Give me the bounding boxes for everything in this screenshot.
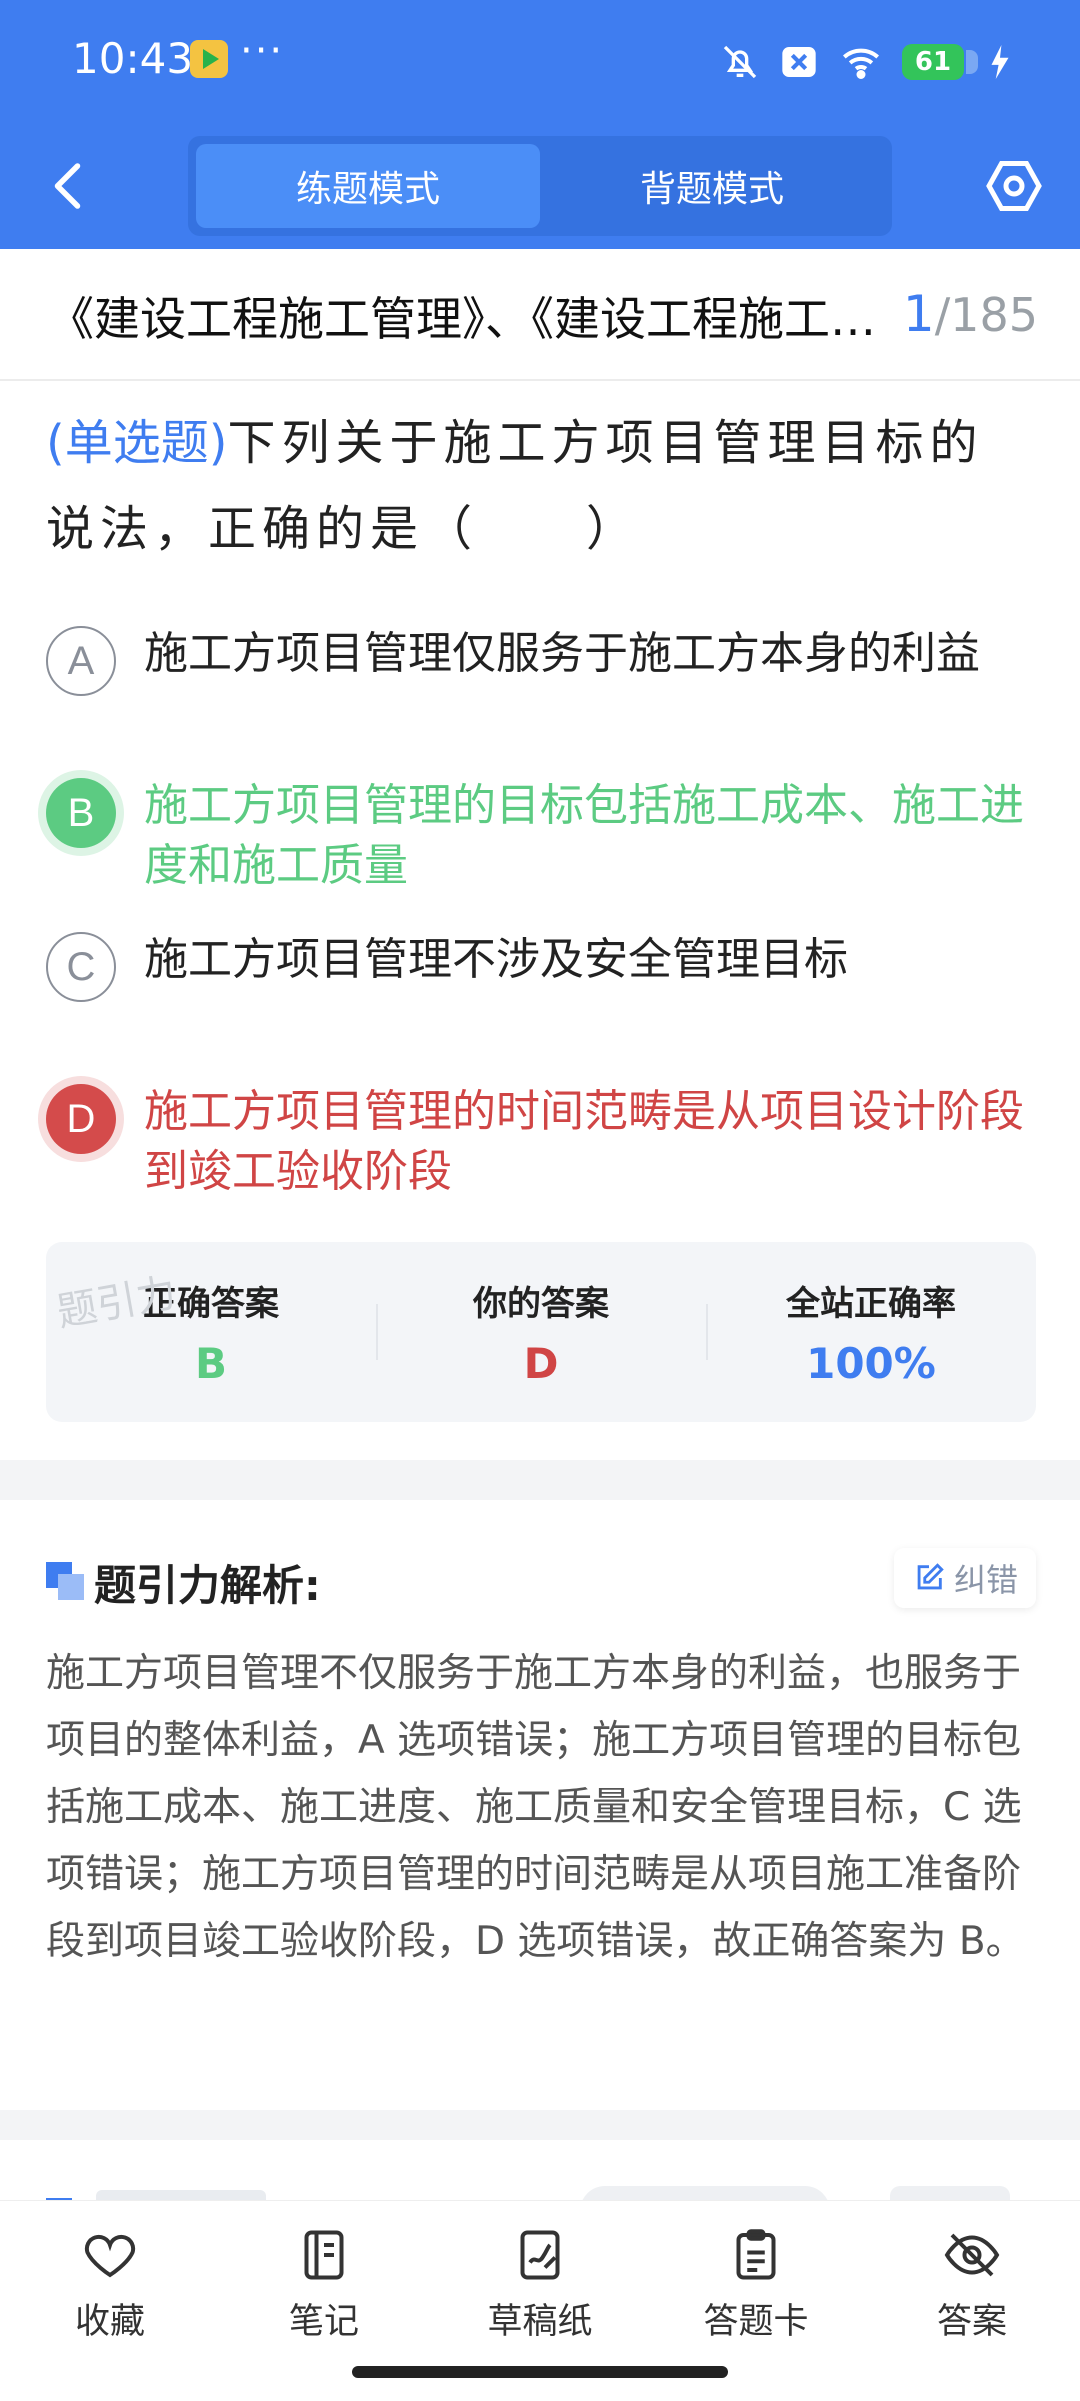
notes-button[interactable]: 笔记 — [254, 2225, 394, 2344]
app-notification-icon — [190, 40, 228, 78]
mode-switch: 练题模式 背题模式 — [188, 136, 892, 236]
home-indicator[interactable] — [352, 2366, 728, 2378]
favorite-label: 收藏 — [74, 2302, 145, 2342]
charging-icon — [991, 45, 1009, 79]
chevron-left-icon — [54, 163, 81, 209]
accuracy-value: 100% — [806, 1339, 936, 1388]
answer-summary: 正确答案 B 你的答案 D 全站正确率 100% — [46, 1242, 1036, 1422]
status-icons: 61 — [720, 38, 1010, 86]
tab-practice-mode[interactable]: 练题模式 — [196, 144, 540, 228]
status-bar: 10:43 ··· 61 — [0, 0, 1080, 120]
notes-label: 笔记 — [288, 2302, 359, 2342]
section-squares-icon — [46, 1562, 84, 1600]
favorite-button[interactable]: 收藏 — [40, 2225, 180, 2344]
section-divider — [0, 1460, 1080, 1500]
battery-icon: 61 — [902, 44, 978, 80]
more-notifications-icon: ··· — [240, 28, 285, 74]
gear-icon — [986, 161, 1042, 211]
answer-card-label: 答题卡 — [703, 2302, 809, 2342]
analysis-text: 施工方项目管理不仅服务于施工方本身的利益，也服务于项目的整体利益，A 选项错误；… — [46, 1651, 1025, 1964]
analysis-title: 题引力解析: — [94, 1561, 321, 1610]
app-header: 10:43 ··· 61 练题模式 背题模式 — [0, 0, 1080, 249]
settings-button[interactable] — [984, 156, 1044, 216]
question-counter: 1/185 — [903, 285, 1038, 343]
analysis-header: 题引力解析: 纠错 — [46, 1548, 1036, 1618]
edit-icon — [917, 1563, 944, 1590]
option-text: 施工方项目管理的目标包括施工成本、施工进度和施工质量 — [144, 780, 1024, 891]
report-error-label: 纠错 — [953, 1561, 1018, 1599]
report-error-button[interactable]: 纠错 — [893, 1548, 1036, 1608]
answer-card-icon — [736, 2229, 776, 2280]
question-type: (单选题) — [46, 415, 228, 471]
show-answer-button[interactable]: 答案 — [902, 2225, 1042, 2344]
accuracy-label: 全站正确率 — [786, 1284, 956, 1324]
your-answer-value: D — [523, 1339, 559, 1388]
eye-off-icon — [944, 2233, 1000, 2277]
quiz-title: 《建设工程施工管理》、《建设工程施工管理》 — [48, 292, 878, 346]
heart-icon — [84, 2234, 136, 2278]
quiz-title-row: 《建设工程施工管理》、《建设工程施工管理》 1/185 — [0, 249, 1080, 381]
option-letter: D — [46, 1084, 116, 1154]
option-text: 施工方项目管理的时间范畴是从项目设计阶段到竣工验收阶段 — [144, 1086, 1024, 1197]
option-letter: C — [46, 932, 116, 1002]
option-text: 施工方项目管理不涉及安全管理目标 — [144, 934, 848, 985]
correct-answer-value: B — [194, 1339, 227, 1388]
back-button[interactable] — [40, 156, 100, 216]
wifi-icon — [843, 48, 879, 79]
mute-bell-icon — [723, 45, 757, 79]
accuracy-block: 全站正确率 100% — [706, 1242, 1036, 1422]
question-text: (单选题)下列关于施工方项目管理目标的说法，正确的是（ ） — [46, 400, 1036, 572]
your-answer-label: 你的答案 — [473, 1284, 609, 1324]
draft-paper-label: 草稿纸 — [487, 2302, 593, 2342]
option-text: 施工方项目管理仅服务于施工方本身的利益 — [144, 628, 980, 679]
draft-paper-button[interactable]: 草稿纸 — [470, 2225, 610, 2344]
answer-card-button[interactable]: 答题卡 — [686, 2225, 826, 2344]
show-answer-label: 答案 — [936, 2302, 1007, 2342]
nav-bar: 练题模式 背题模式 — [0, 130, 1080, 240]
next-section-peek — [0, 2140, 1080, 2200]
status-time: 10:43 — [72, 34, 194, 83]
close-box-icon — [782, 47, 816, 77]
notebook-icon — [304, 2230, 344, 2280]
option-letter: A — [46, 626, 116, 696]
your-answer-block: 你的答案 D — [376, 1242, 706, 1422]
option-letter: B — [46, 778, 116, 848]
draft-paper-icon — [520, 2230, 560, 2280]
tab-memorize-mode[interactable]: 背题模式 — [540, 144, 884, 228]
current-question-number: 1 — [902, 285, 935, 343]
total-questions: /185 — [934, 288, 1038, 342]
section-divider — [0, 2110, 1080, 2140]
